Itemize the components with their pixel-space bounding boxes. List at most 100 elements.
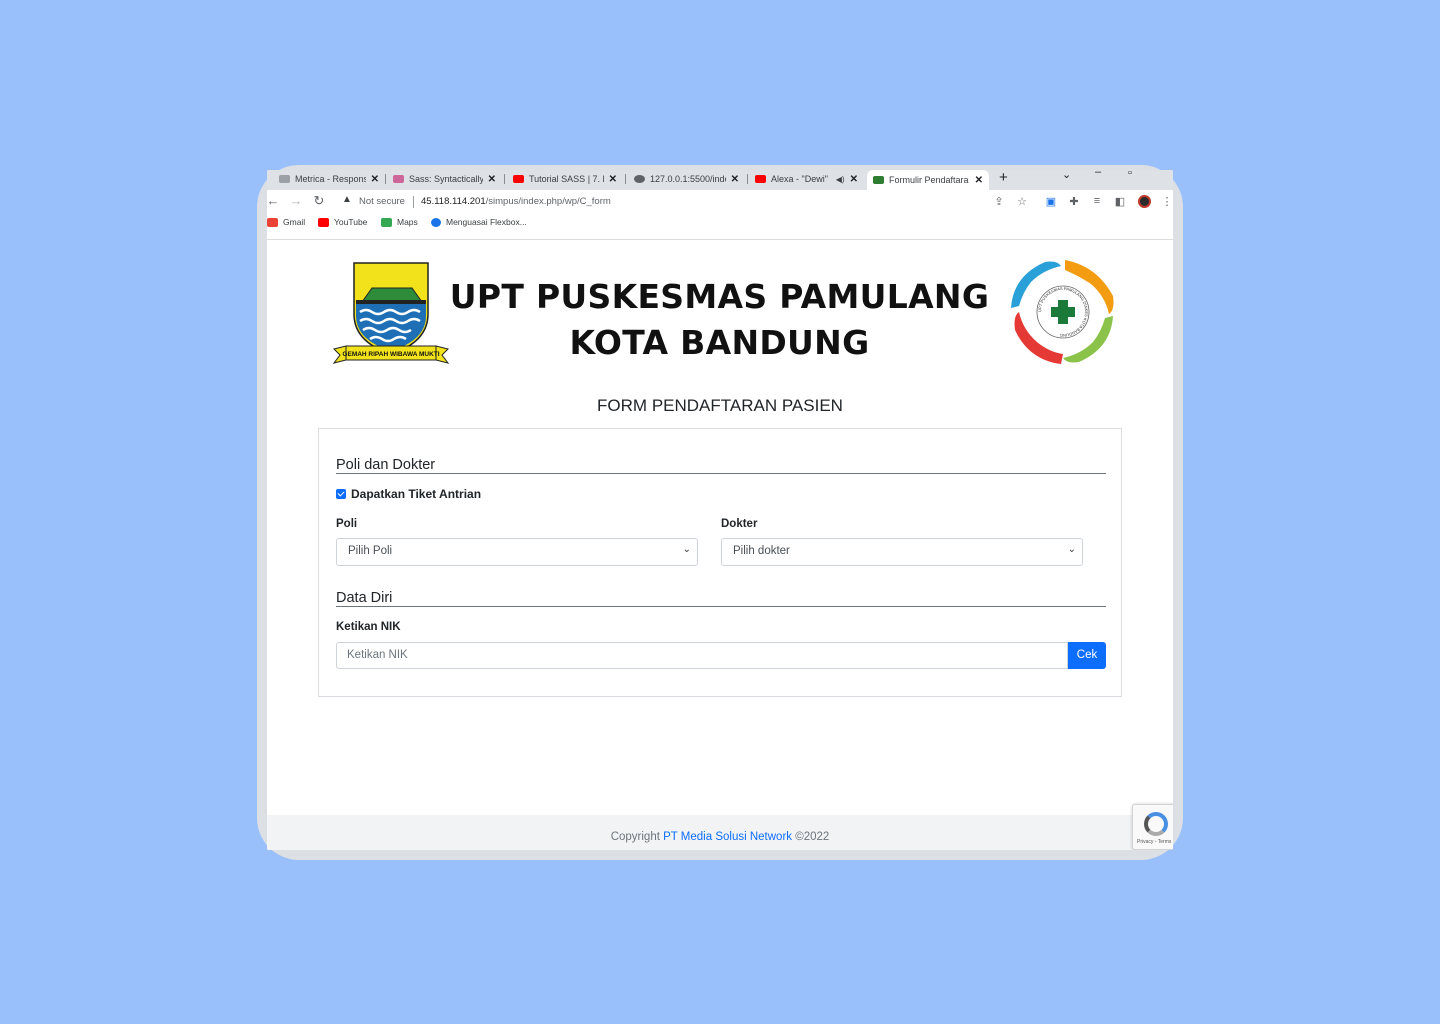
tab-favicon-icon <box>755 175 766 183</box>
tab-formulir-pendaftaran[interactable]: Formulir Pendaftara ✕ <box>867 170 989 190</box>
bookmark-label: YouTube <box>334 217 368 227</box>
address-bar[interactable]: ▲ Not secure 45.118.114.201/simpus/index… <box>337 193 992 211</box>
browser-window: Metrica - Responsi ✕ Sass: Syntactically… <box>267 170 1173 850</box>
tab-close-icon[interactable]: ✕ <box>609 174 617 185</box>
tab-close-icon[interactable]: ✕ <box>850 174 858 185</box>
tab-alexa[interactable]: Alexa - "Dewi" ◀) ✕ <box>749 170 864 188</box>
media-queue-icon[interactable]: ≡ <box>1090 195 1104 207</box>
tab-metrica[interactable]: Metrica - Responsi ✕ <box>273 170 385 188</box>
browser-divider <box>267 239 1173 240</box>
tab-title: Sass: Syntactically A <box>409 174 483 184</box>
gmail-icon <box>267 217 278 227</box>
chevron-down-icon: ⌄ <box>682 544 691 555</box>
queue-ticket-label[interactable]: Dapatkan Tiket Antrian <box>351 487 481 501</box>
page-header-title: UPT PUSKESMAS PAMULANG KOTA BANDUNG <box>437 274 1002 366</box>
tab-favicon-icon <box>279 175 290 183</box>
tab-strip: Metrica - Responsi ✕ Sass: Syntactically… <box>267 170 1173 190</box>
bookmark-youtube[interactable]: YouTube <box>318 217 367 227</box>
tab-favicon-icon <box>873 176 884 184</box>
bookmark-gmail[interactable]: Gmail <box>267 217 305 227</box>
queue-ticket-checkbox[interactable] <box>336 489 346 499</box>
tab-localhost[interactable]: 127.0.0.1:5500/inde ✕ <box>628 170 745 188</box>
restore-icon[interactable]: ▫ <box>1128 170 1132 179</box>
dokter-selected-value: Pilih dokter <box>733 545 790 557</box>
dokter-label: Dokter <box>721 518 758 530</box>
url-path: /simpus/index.php/wp/C_form <box>485 196 611 207</box>
cek-nik-button[interactable]: Cek <box>1068 642 1106 669</box>
more-menu-icon[interactable]: ⋮ <box>1160 195 1173 208</box>
header-line-2: KOTA BANDUNG <box>569 323 870 362</box>
queue-ticket-checkbox-row[interactable]: Dapatkan Tiket Antrian <box>336 487 481 501</box>
maps-icon <box>381 217 392 227</box>
bookmark-star-icon[interactable]: ☆ <box>1015 195 1029 208</box>
section-title-data-diri: Data Diri <box>336 590 393 606</box>
reload-icon[interactable]: ↻ <box>311 193 327 209</box>
puskesmas-logo: UPT PUSKESMAS PAMULANG DINKES KOTA BANDU… <box>1011 260 1114 364</box>
tab-close-icon[interactable]: ✕ <box>488 174 496 185</box>
warning-triangle-icon[interactable]: ▲ <box>342 194 352 205</box>
form-heading: FORM PENDAFTARAN PASIEN <box>597 396 843 415</box>
recaptcha-badge[interactable]: Privacy - Terms <box>1132 804 1173 850</box>
tab-title: Tutorial SASS | 7. Ex <box>529 174 604 184</box>
forward-arrow-icon[interactable]: → <box>288 193 304 208</box>
logo-motto: GEMAH RIPAH WIBAWA MUKTI <box>342 351 439 358</box>
copyright-year: ©2022 <box>795 831 830 843</box>
youtube-icon <box>318 217 329 227</box>
tab-close-icon[interactable]: ✕ <box>975 175 983 186</box>
tab-title: Metrica - Responsi <box>295 174 366 184</box>
back-arrow-icon[interactable]: ← <box>267 193 281 208</box>
poli-label: Poli <box>336 518 358 530</box>
chevron-down-icon: ⌄ <box>1067 544 1076 555</box>
registration-form-card: Poli dan Dokter Dapatkan Tiket Antrian P… <box>318 428 1122 697</box>
kota-bandung-logo: GEMAH RIPAH WIBAWA MUKTI <box>332 262 450 364</box>
translate-extension-icon[interactable]: ▣ <box>1044 195 1058 208</box>
tab-separator <box>504 174 505 184</box>
tab-title: 127.0.0.1:5500/inde <box>650 174 726 184</box>
url-host: 45.118.114.201 <box>421 196 486 207</box>
side-panel-icon[interactable]: ◧ <box>1113 195 1127 208</box>
bookmark-label: Menguasai Flexbox... <box>446 217 527 227</box>
tab-separator <box>625 174 626 184</box>
company-link[interactable]: PT Media Solusi Network <box>663 831 792 843</box>
tab-tutorial-sass[interactable]: Tutorial SASS | 7. Ex ✕ <box>507 170 623 188</box>
dokter-select[interactable]: Pilih dokter ⌄ <box>721 538 1083 566</box>
section-divider <box>336 473 1106 474</box>
tab-search-chevron-icon[interactable]: ⌄ <box>1062 170 1071 181</box>
bookmarks-bar: Gmail YouTube Maps Menguasai Flexbox... <box>267 217 1173 233</box>
tab-separator <box>385 174 386 184</box>
nik-input[interactable]: Ketikan NIK <box>336 642 1068 669</box>
poli-selected-value: Pilih Poli <box>348 545 393 557</box>
tab-favicon-icon <box>393 175 404 183</box>
tab-close-icon[interactable]: ✕ <box>371 174 379 185</box>
address-separator <box>413 196 414 208</box>
audio-playing-icon[interactable]: ◀) <box>836 175 845 184</box>
recaptcha-text[interactable]: Privacy - Terms <box>1137 839 1171 845</box>
tab-title: Formulir Pendaftara <box>889 175 969 185</box>
tab-sass[interactable]: Sass: Syntactically A ✕ <box>387 170 502 188</box>
bookmark-flexbox[interactable]: Menguasai Flexbox... <box>431 217 527 227</box>
tab-separator <box>747 174 748 184</box>
section-divider <box>336 606 1106 607</box>
section-title-poli-dokter: Poli dan Dokter <box>336 457 436 473</box>
poli-select[interactable]: Pilih Poli ⌄ <box>336 538 698 566</box>
extensions-puzzle-icon[interactable]: ✚ <box>1067 195 1081 208</box>
page-footer: Copyright PT Media Solusi Network ©2022 <box>267 815 1173 850</box>
share-icon[interactable]: ⇪ <box>992 195 1006 208</box>
url-text[interactable]: 45.118.114.201/simpus/index.php/wp/C_for… <box>421 196 611 207</box>
new-tab-button[interactable]: + <box>999 170 1008 186</box>
recaptcha-icon <box>1144 812 1168 836</box>
nik-label: Ketikan NIK <box>336 621 401 633</box>
tab-close-icon[interactable]: ✕ <box>731 174 739 185</box>
security-label[interactable]: Not secure <box>359 196 405 207</box>
tab-favicon-icon <box>634 175 645 183</box>
copyright-prefix: Copyright <box>610 831 660 843</box>
profile-avatar[interactable] <box>1138 195 1151 208</box>
flexbox-site-icon <box>431 217 441 227</box>
minimize-icon[interactable]: – <box>1095 170 1101 178</box>
bookmark-maps[interactable]: Maps <box>381 217 418 227</box>
tab-title: Alexa - "Dewi" <box>771 174 828 184</box>
tab-favicon-icon <box>513 175 524 183</box>
header-line-1: UPT PUSKESMAS PAMULANG <box>449 277 990 316</box>
browser-toolbar: ← → ↻ ▲ Not secure 45.118.114.201/simpus… <box>267 190 1173 214</box>
bookmark-label: Gmail <box>283 217 306 227</box>
